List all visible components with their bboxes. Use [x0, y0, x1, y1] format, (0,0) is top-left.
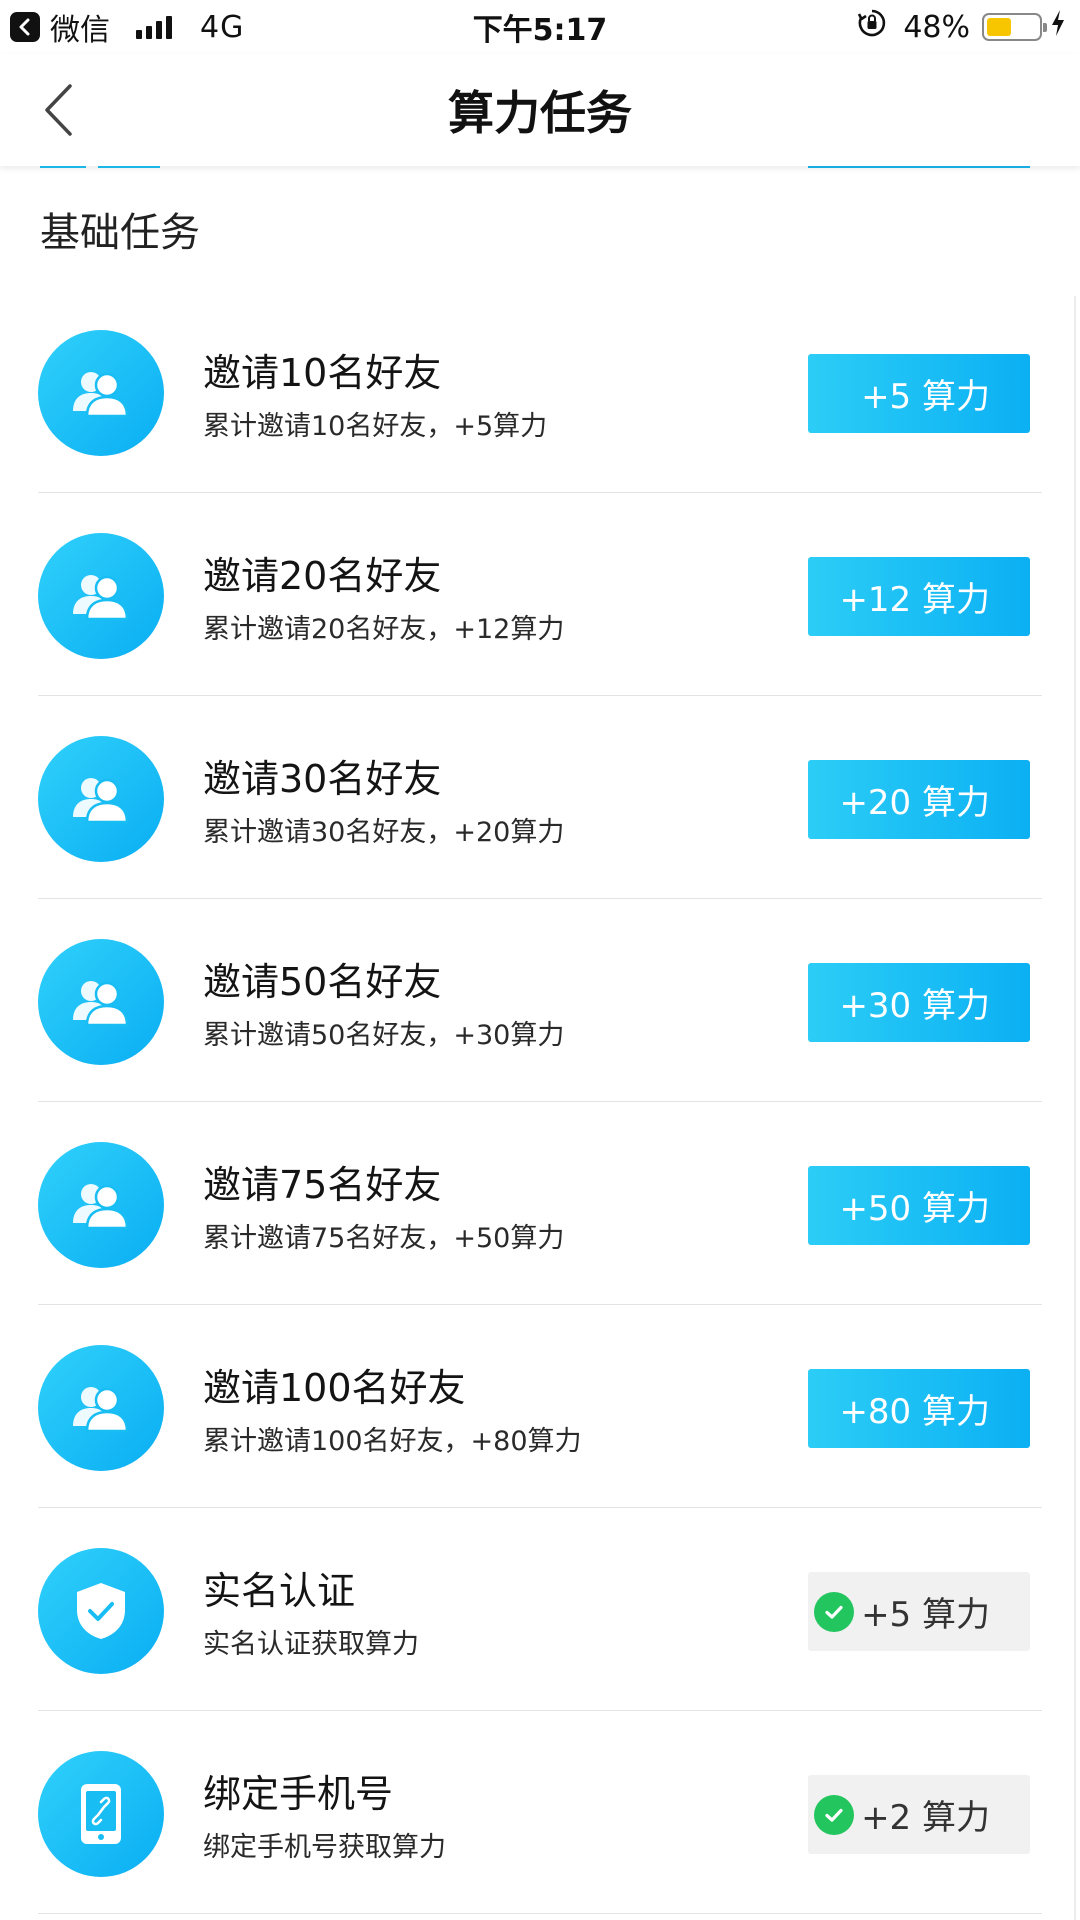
phone-link-icon [81, 1784, 121, 1844]
row-divider [38, 1912, 1042, 1914]
task-icon [38, 1345, 164, 1471]
task-title: 邀请100名好友 [203, 1366, 466, 1410]
task-icon [38, 330, 164, 456]
task-description: 累计邀请100名好友，+80算力 [203, 1426, 582, 1457]
reward-button[interactable]: +5 算力 [808, 354, 1030, 433]
reward-button[interactable]: +80 算力 [808, 1369, 1030, 1448]
task-icon [38, 1548, 164, 1674]
check-circle-icon [814, 1592, 854, 1632]
task-title: 邀请75名好友 [203, 1163, 442, 1207]
section-title: 基础任务 [40, 210, 200, 256]
users-icon [73, 372, 129, 418]
reward-button[interactable]: +12 算力 [808, 557, 1030, 636]
status-bar: 微信 4G 下午5:17 48% [0, 0, 1080, 54]
nav-bar: 算力任务 [0, 54, 1080, 166]
reward-claimed-badge[interactable]: +5 算力 [808, 1572, 1030, 1651]
users-icon [73, 1387, 129, 1433]
task-list: 邀请10名好友 累计邀请10名好友，+5算力 +5 算力 邀请20名好友 累计邀… [0, 290, 1080, 1914]
task-row-8: 绑定手机号 绑定手机号获取算力 +2 算力 [0, 1711, 1080, 1914]
task-row-4: 邀请50名好友 累计邀请50名好友，+30算力 +30 算力 [0, 899, 1080, 1102]
task-title: 绑定手机号 [203, 1772, 394, 1816]
reward-button[interactable]: +30 算力 [808, 963, 1030, 1042]
task-description: 累计邀请30名好友，+20算力 [203, 817, 565, 848]
users-icon [73, 778, 129, 824]
charging-icon [1050, 9, 1066, 45]
task-description: 实名认证获取算力 [203, 1629, 419, 1660]
reward-claimed-badge[interactable]: +2 算力 [808, 1775, 1030, 1854]
task-row-7: 实名认证 实名认证获取算力 +5 算力 [0, 1508, 1080, 1711]
users-icon [73, 1184, 129, 1230]
task-description: 累计邀请50名好友，+30算力 [203, 1020, 565, 1051]
chevron-left-icon [45, 84, 72, 136]
reward-label: +2 算力 [861, 1798, 990, 1838]
task-row-5: 邀请75名好友 累计邀请75名好友，+50算力 +50 算力 [0, 1102, 1080, 1305]
status-right: 48% [857, 0, 1066, 54]
reward-label: +20 算力 [839, 783, 990, 823]
reward-button[interactable]: +50 算力 [808, 1166, 1030, 1245]
battery-level-fill [987, 18, 1011, 36]
task-title: 邀请50名好友 [203, 960, 442, 1004]
task-description: 累计邀请75名好友，+50算力 [203, 1223, 565, 1254]
task-icon [38, 736, 164, 862]
users-icon [73, 981, 129, 1027]
reward-label: +12 算力 [839, 580, 990, 620]
reward-label: +80 算力 [839, 1392, 990, 1432]
back-button[interactable] [36, 80, 80, 140]
task-description: 绑定手机号获取算力 [203, 1832, 446, 1863]
reward-button[interactable]: +20 算力 [808, 760, 1030, 839]
task-row-3: 邀请30名好友 累计邀请30名好友，+20算力 +20 算力 [0, 696, 1080, 899]
users-icon [73, 575, 129, 621]
task-description: 累计邀请10名好友，+5算力 [203, 411, 548, 442]
task-icon [38, 939, 164, 1065]
task-title: 邀请30名好友 [203, 757, 442, 801]
scroll-edge [1074, 296, 1076, 1920]
task-icon [38, 1751, 164, 1877]
reward-label: +5 算力 [861, 377, 990, 417]
task-icon [38, 533, 164, 659]
task-title: 邀请20名好友 [203, 554, 442, 598]
task-row-6: 邀请100名好友 累计邀请100名好友，+80算力 +80 算力 [0, 1305, 1080, 1508]
task-row-1: 邀请10名好友 累计邀请10名好友，+5算力 +5 算力 [0, 290, 1080, 493]
page-title: 算力任务 [448, 86, 632, 140]
battery-icon [982, 13, 1047, 41]
check-circle-icon [814, 1795, 854, 1835]
task-description: 累计邀请20名好友，+12算力 [203, 614, 565, 645]
task-row-2: 邀请20名好友 累计邀请20名好友，+12算力 +12 算力 [0, 493, 1080, 696]
task-title: 邀请10名好友 [203, 351, 442, 395]
reward-label: +50 算力 [839, 1189, 990, 1229]
task-title: 实名认证 [203, 1569, 356, 1613]
orientation-lock-icon [857, 8, 887, 46]
reward-label: +5 算力 [861, 1595, 990, 1635]
reward-label: +30 算力 [839, 986, 990, 1026]
task-icon [38, 1142, 164, 1268]
shield-check-icon [77, 1583, 125, 1639]
battery-percent: 48% [903, 9, 970, 45]
